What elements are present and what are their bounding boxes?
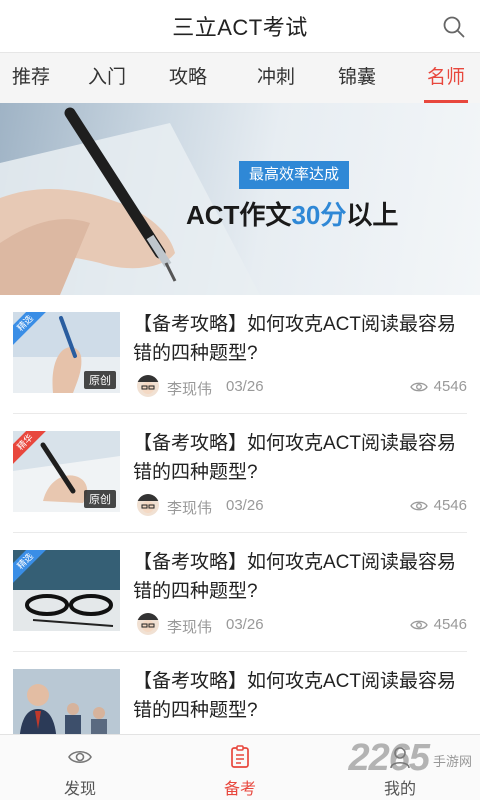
eye-icon: [409, 382, 428, 391]
eye-icon: [409, 501, 428, 510]
watermark-site-text: 手游网: [432, 753, 472, 769]
eye-icon: [68, 750, 92, 764]
tab-strategy[interactable]: 攻略: [162, 53, 214, 103]
document-icon: [231, 745, 249, 768]
banner-tag: 最高效率达成: [239, 161, 350, 189]
nav-prep-label: 备考: [223, 781, 256, 798]
view-count: 4546: [409, 378, 467, 395]
nav-discover-label: 发现: [63, 781, 96, 798]
banner-headline-highlight: 30分: [291, 200, 347, 230]
author-avatar: [137, 375, 159, 397]
tab-beginner[interactable]: 入门: [82, 53, 132, 103]
original-badge: 原创: [84, 490, 116, 508]
eye-icon: [409, 620, 428, 629]
article-thumbnail: 精选: [13, 550, 120, 631]
author-name: 李现伟: [167, 619, 213, 636]
tab-famous-teachers[interactable]: 名师: [420, 53, 472, 103]
view-count: 4546: [409, 497, 467, 514]
list-item[interactable]: 精选 【备考攻略】如何攻克ACT阅读最容易错的四种题型? 李现伟 03/26 4…: [0, 533, 480, 652]
view-count-value: 4546: [433, 616, 467, 633]
view-count-value: 4546: [433, 497, 467, 514]
author-avatar: [137, 494, 159, 516]
article-meta: 李现伟 03/26 4546: [137, 494, 467, 518]
watermark-logo-text: 2265: [348, 736, 430, 779]
original-badge: 原创: [84, 371, 116, 389]
list-item[interactable]: 精华 原创 【备考攻略】如何攻克ACT阅读最容易错的四种题型? 李现伟 03/2…: [0, 414, 480, 533]
author-avatar: [137, 613, 159, 635]
nav-discover[interactable]: 发现: [0, 735, 160, 800]
app-header: 三立ACT考试: [0, 0, 480, 53]
view-count-value: 4546: [433, 378, 467, 395]
nav-prep[interactable]: 备考: [160, 735, 320, 800]
publish-date: 03/26: [226, 616, 264, 633]
article-thumbnail: 精华 原创: [13, 431, 120, 512]
author-name: 李现伟: [167, 381, 213, 398]
author-name: 李现伟: [167, 500, 213, 517]
article-title: 【备考攻略】如何攻克ACT阅读最容易错的四种题型?: [133, 552, 457, 602]
banner-headline: ACT作文30分以上: [186, 195, 398, 232]
banner-headline-pre: ACT作文: [186, 200, 292, 230]
publish-date: 03/26: [226, 497, 264, 514]
site-watermark: 2265 手游网: [348, 736, 472, 779]
app-title: 三立ACT考试: [172, 15, 308, 40]
list-item[interactable]: 精选 原创 【备考攻略】如何攻克ACT阅读最容易错的四种题型? 李现伟 03/2…: [0, 295, 480, 414]
article-meta: 李现伟 03/26 4546: [137, 375, 467, 399]
promo-banner[interactable]: 最高效率达成 ACT作文30分以上: [0, 103, 480, 295]
article-title: 【备考攻略】如何攻克ACT阅读最容易错的四种题型?: [133, 671, 457, 721]
article-title: 【备考攻略】如何攻克ACT阅读最容易错的四种题型?: [133, 314, 457, 364]
tab-recommend[interactable]: 推荐: [0, 53, 62, 103]
tab-sprint[interactable]: 冲刺: [250, 53, 302, 103]
category-tabs: 推荐 入门 攻略 冲刺 锦囊 名师: [0, 53, 480, 103]
tab-tips[interactable]: 锦囊: [331, 53, 383, 103]
article-title: 【备考攻略】如何攻克ACT阅读最容易错的四种题型?: [133, 433, 457, 483]
article-thumbnail: 精选 原创: [13, 312, 120, 393]
banner-headline-post: 以上: [346, 200, 399, 230]
view-count: 4546: [409, 616, 467, 633]
article-meta: 李现伟 03/26 4546: [137, 613, 467, 637]
publish-date: 03/26: [226, 378, 264, 395]
search-icon[interactable]: [442, 15, 466, 39]
